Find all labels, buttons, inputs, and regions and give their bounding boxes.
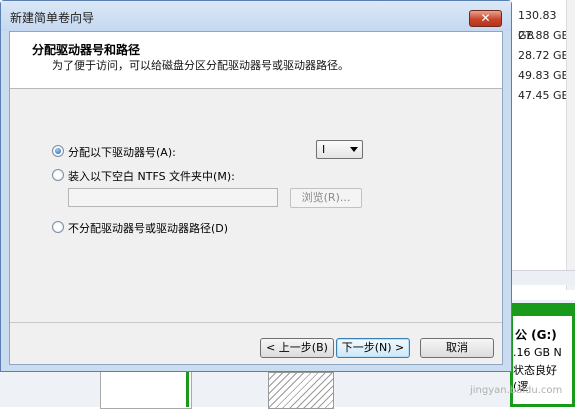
cancel-button[interactable]: 取消 bbox=[420, 338, 494, 358]
wizard-header: 分配驱动器号和路径 为了便于访问，可以给磁盘分区分配驱动器号或驱动器路径。 bbox=[10, 32, 502, 89]
selected-disk-region[interactable] bbox=[186, 368, 516, 407]
mount-folder-label[interactable]: 装入以下空白 NTFS 文件夹中(M): bbox=[68, 168, 235, 184]
back-button[interactable]: < 上一步(B) bbox=[260, 338, 334, 358]
next-button[interactable]: 下一步(N) > bbox=[336, 338, 410, 358]
vertical-scrollbar[interactable] bbox=[566, 0, 575, 290]
folder-path-input[interactable] bbox=[68, 188, 278, 207]
browse-button[interactable]: 浏览(R)... bbox=[290, 188, 362, 208]
close-button[interactable]: ✕ bbox=[469, 10, 502, 27]
assign-letter-label[interactable]: 分配以下驱动器号(A): bbox=[68, 144, 176, 160]
watermark: jingyan.baidu.com bbox=[470, 385, 563, 396]
page-title: 分配驱动器号和路径 bbox=[32, 43, 141, 57]
title-bar[interactable]: 新建简单卷向导 ✕ bbox=[1, 1, 511, 31]
unallocated-partition[interactable] bbox=[268, 372, 334, 409]
wizard-body: 分配驱动器号和路径 为了便于访问，可以给磁盘分区分配驱动器号或驱动器路径。 分配… bbox=[9, 31, 503, 365]
page-subtitle: 为了便于访问，可以给磁盘分区分配驱动器号或驱动器路径。 bbox=[52, 59, 349, 72]
mount-folder-radio[interactable] bbox=[52, 169, 64, 181]
assign-letter-radio[interactable] bbox=[52, 145, 64, 157]
window-title: 新建简单卷向导 bbox=[10, 11, 95, 25]
partition-block[interactable] bbox=[100, 368, 192, 409]
volume-title: 公 (G:) bbox=[515, 328, 557, 342]
no-assign-label[interactable]: 不分配驱动器号或驱动器路径(D) bbox=[68, 220, 228, 236]
horizontal-scrollbar[interactable] bbox=[512, 270, 575, 285]
no-assign-radio[interactable] bbox=[52, 221, 64, 233]
footer-divider bbox=[10, 322, 502, 323]
drive-letter-select[interactable]: I bbox=[316, 140, 363, 159]
volume-size-text: .16 GB N bbox=[513, 346, 562, 359]
drive-letter-value: I bbox=[322, 143, 326, 156]
chevron-down-icon bbox=[350, 147, 358, 152]
new-simple-volume-wizard: 新建简单卷向导 ✕ 分配驱动器号和路径 为了便于访问，可以给磁盘分区分配驱动器号… bbox=[0, 0, 512, 372]
volume-header-bar bbox=[513, 306, 572, 316]
